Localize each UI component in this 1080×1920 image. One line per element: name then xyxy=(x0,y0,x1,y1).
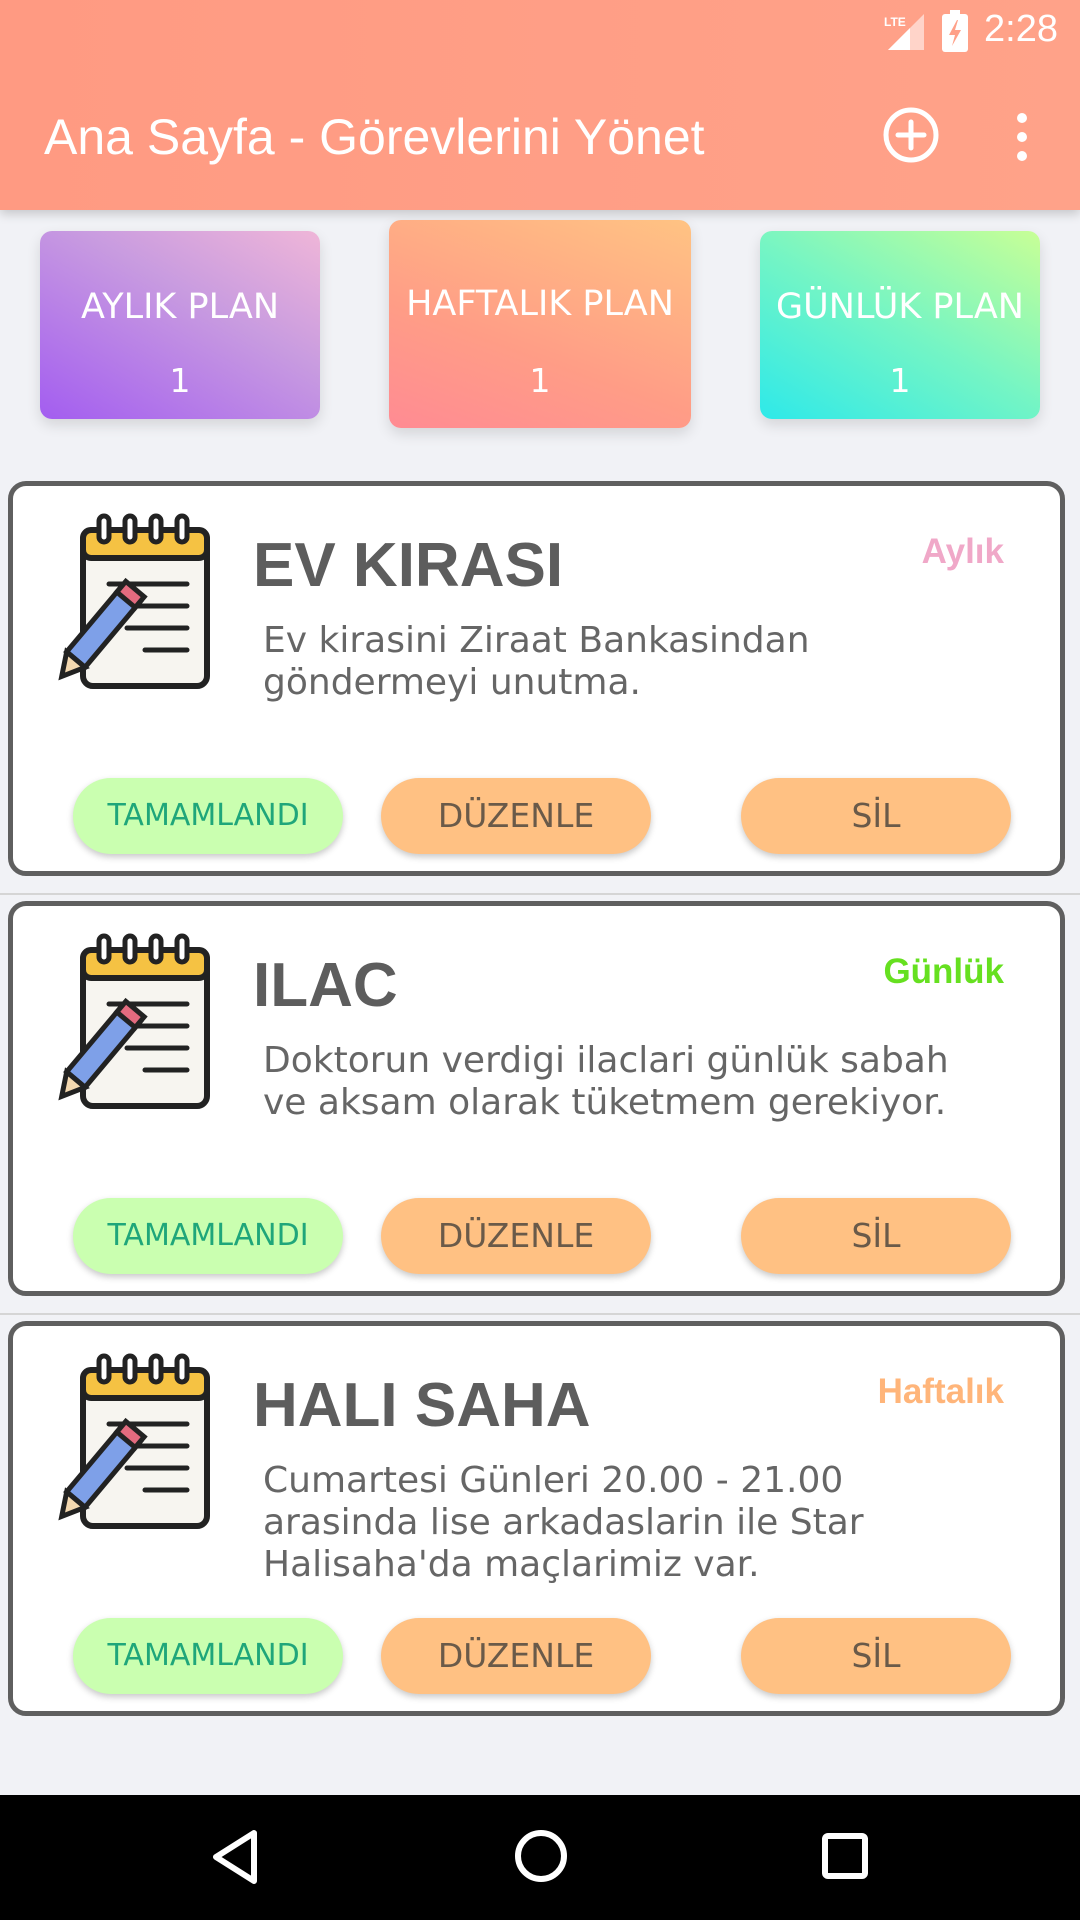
svg-text:LTE: LTE xyxy=(884,15,906,29)
edit-button[interactable]: DÜZENLE xyxy=(381,1198,651,1274)
task-card[interactable]: EV KIRASI Aylık Ev kirasini Ziraat Banka… xyxy=(8,481,1065,876)
task-description: Ev kirasini Ziraat Bankasindan göndermey… xyxy=(263,620,810,703)
notepad-icon xyxy=(58,933,210,1109)
edit-button[interactable]: DÜZENLE xyxy=(381,778,651,854)
complete-button[interactable]: TAMAMLANDI xyxy=(73,1618,343,1694)
task-type-label: Haftalık xyxy=(877,1372,1004,1411)
page-title: Ana Sayfa - Görevlerini Yönet xyxy=(44,109,705,165)
task-type-label: Aylık xyxy=(921,532,1004,571)
notepad-icon xyxy=(58,513,210,689)
weekly-plan-card[interactable]: HAFTALIK PLAN 1 xyxy=(389,220,691,428)
lte-signal-icon: LTE xyxy=(884,14,924,50)
delete-button[interactable]: SİL xyxy=(741,1618,1011,1694)
task-type-label: Günlük xyxy=(883,952,1004,991)
delete-button[interactable]: SİL xyxy=(741,778,1011,854)
daily-plan-card[interactable]: GÜNLÜK PLAN 1 xyxy=(760,231,1040,419)
plan-count: 1 xyxy=(529,361,551,400)
plan-label: GÜNLÜK PLAN xyxy=(776,287,1024,327)
task-title: EV KIRASI xyxy=(253,531,564,600)
recent-apps-icon[interactable] xyxy=(822,1833,868,1879)
notepad-icon xyxy=(58,1353,210,1529)
battery-charging-icon xyxy=(942,10,968,52)
back-icon[interactable] xyxy=(210,1829,260,1885)
complete-button[interactable]: TAMAMLANDI xyxy=(73,1198,343,1274)
app-bar: LTE 2:28 Ana Sayfa - Görevlerini Yönet xyxy=(0,0,1080,210)
status-time: 2:28 xyxy=(984,8,1058,50)
divider xyxy=(0,1313,1080,1315)
divider xyxy=(0,893,1080,895)
home-icon[interactable] xyxy=(514,1829,568,1883)
status-bar: LTE 2:28 xyxy=(0,0,1080,63)
task-card[interactable]: HALI SAHA Haftalık Cumartesi Günleri 20.… xyxy=(8,1321,1065,1716)
task-description: Cumartesi Günleri 20.00 - 21.00 arasinda… xyxy=(263,1460,864,1585)
add-circle-icon[interactable] xyxy=(882,106,940,164)
monthly-plan-card[interactable]: AYLIK PLAN 1 xyxy=(40,231,320,419)
task-title: ILAC xyxy=(253,951,398,1020)
plan-label: AYLIK PLAN xyxy=(80,287,280,327)
plan-count: 1 xyxy=(889,361,911,400)
task-description: Doktorun verdigi ilaclari günlük sabah v… xyxy=(263,1040,949,1123)
more-vert-icon[interactable] xyxy=(1002,112,1042,162)
delete-button[interactable]: SİL xyxy=(741,1198,1011,1274)
complete-button[interactable]: TAMAMLANDI xyxy=(73,778,343,854)
plan-label: HAFTALIK PLAN xyxy=(406,284,674,324)
task-title: HALI SAHA xyxy=(253,1371,591,1440)
plan-count: 1 xyxy=(169,361,191,400)
navigation-bar xyxy=(0,1795,1080,1920)
task-card[interactable]: ILAC Günlük Doktorun verdigi ilaclari gü… xyxy=(8,901,1065,1296)
edit-button[interactable]: DÜZENLE xyxy=(381,1618,651,1694)
